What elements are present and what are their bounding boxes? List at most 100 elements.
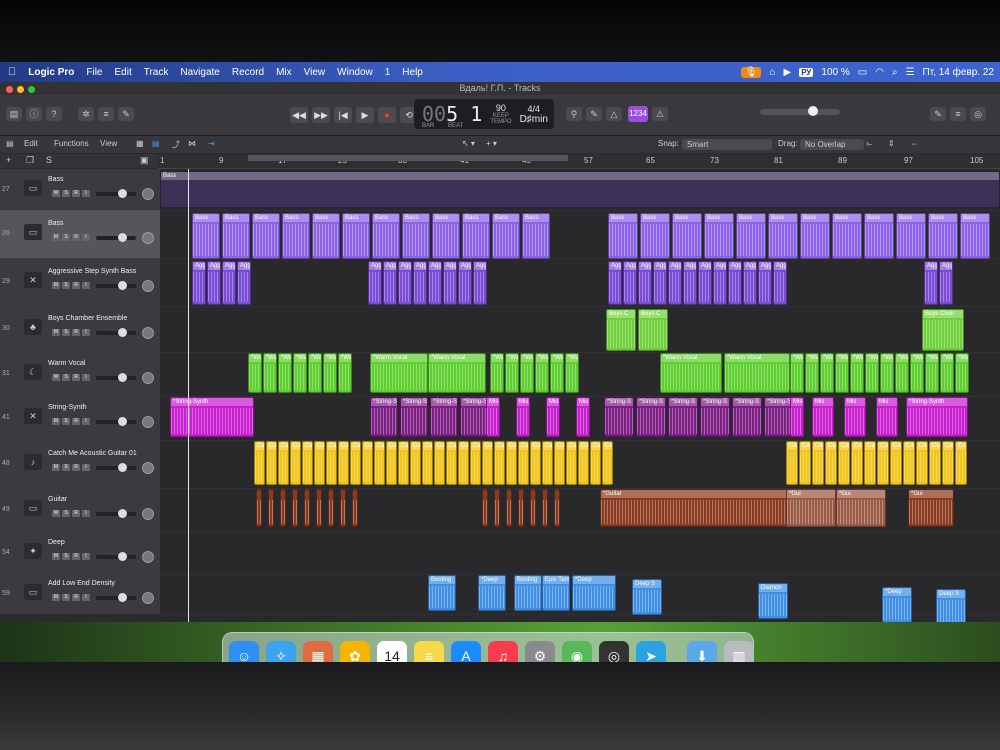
trash-icon[interactable]: ▥ [724, 641, 754, 662]
solo-button[interactable]: S [62, 594, 70, 601]
track-lane[interactable] [160, 306, 1000, 353]
menu-record[interactable]: Record [226, 67, 270, 78]
track-name[interactable]: Aggressive Step Synth Bass [48, 268, 136, 275]
region[interactable] [292, 489, 298, 527]
volume-fader[interactable] [96, 463, 136, 472]
volume-fader[interactable] [96, 328, 136, 337]
region[interactable]: *Wa [263, 353, 277, 393]
region[interactable]: *String-S [430, 397, 458, 437]
region[interactable]: Bass [342, 213, 370, 259]
region[interactable]: Boys C [606, 309, 636, 351]
fader-knob[interactable] [118, 509, 127, 518]
region[interactable]: *Gui [786, 489, 836, 527]
volume-fader[interactable] [96, 281, 136, 290]
library-icon[interactable]: ▤ [6, 107, 22, 121]
app-store-icon[interactable]: A [451, 641, 481, 662]
region[interactable]: *Wa [293, 353, 307, 393]
region[interactable]: *String-Synth [170, 397, 254, 437]
solo-button[interactable]: S [62, 234, 70, 241]
region[interactable]: *Wa [278, 353, 292, 393]
solo-button[interactable]: S [62, 282, 70, 289]
logic-pro-icon[interactable]: ◎ [599, 641, 629, 662]
region[interactable]: Cat [386, 441, 397, 485]
metronome-icon[interactable]: ⚠ [652, 107, 668, 121]
record-enable-button[interactable]: R [72, 190, 80, 197]
region[interactable]: Bass [222, 213, 250, 259]
region[interactable]: *String-S [400, 397, 428, 437]
track-icon[interactable]: ✕ [24, 408, 42, 424]
input-monitor-button[interactable]: I [82, 464, 90, 471]
region[interactable]: Agg [473, 261, 487, 305]
region[interactable]: Bass [252, 213, 280, 259]
region[interactable]: Agg [773, 261, 787, 305]
region[interactable] [316, 489, 322, 527]
region[interactable]: Agg [413, 261, 427, 305]
fader-knob[interactable] [118, 328, 127, 337]
region[interactable]: *Wa [565, 353, 579, 393]
region[interactable]: *Gui [908, 489, 954, 527]
region[interactable]: Cat [470, 441, 481, 485]
region[interactable] [554, 489, 560, 527]
region[interactable] [304, 489, 310, 527]
region[interactable]: *Wa [505, 353, 519, 393]
region[interactable]: *Gui [836, 489, 886, 527]
fader-knob[interactable] [118, 417, 127, 426]
mute-button[interactable]: M [52, 329, 60, 336]
track-header-config-icon[interactable]: ▣ [140, 155, 149, 166]
track-header[interactable]: 41 ✕ String-Synth M S R I [0, 396, 160, 441]
region[interactable]: Bass [402, 213, 430, 259]
pointer-tool[interactable]: ↖ ▾ [462, 139, 475, 148]
pan-knob[interactable] [142, 416, 154, 428]
mute-button[interactable]: M [52, 510, 60, 517]
region[interactable]: Mis [844, 397, 866, 437]
region[interactable]: Cat [398, 441, 409, 485]
track-name[interactable]: Add Low End Density [48, 580, 115, 587]
region[interactable]: Cat [506, 441, 517, 485]
region[interactable]: Cat [290, 441, 301, 485]
menu-track[interactable]: Track [138, 67, 175, 78]
region[interactable]: Boys C [638, 309, 668, 351]
add-track-icon[interactable]: + [6, 155, 11, 165]
region[interactable]: Bass [736, 213, 766, 259]
notepad-icon[interactable]: ✎ [930, 107, 946, 121]
secondary-tool[interactable]: + ▾ [486, 139, 497, 148]
input-language[interactable]: РУ [799, 67, 814, 77]
mute-button[interactable]: M [52, 374, 60, 381]
region[interactable]: *Wa [880, 353, 894, 393]
menu-help[interactable]: Help [396, 67, 429, 78]
close-button[interactable] [6, 86, 13, 93]
region[interactable]: Cat [350, 441, 361, 485]
track-name[interactable]: Bass [48, 176, 64, 183]
region[interactable]: *String-Synth [906, 397, 968, 437]
track-lane[interactable] [160, 532, 1000, 575]
menu-window[interactable]: Window [331, 67, 379, 78]
track-name[interactable]: Boys Chamber Ensemble [48, 315, 127, 322]
region[interactable]: Cat [890, 441, 902, 485]
editor-icon[interactable]: ✎ [118, 107, 134, 121]
record-button[interactable]: ● [378, 107, 396, 123]
region[interactable]: Cat [482, 441, 493, 485]
go-to-start-button[interactable]: |◀ [334, 107, 352, 123]
rewind-button[interactable]: ◀◀ [290, 107, 308, 123]
region[interactable]: Cat [942, 441, 954, 485]
horizontal-zoom-icon[interactable]: ⇔ [910, 139, 918, 148]
input-monitor-button[interactable]: I [82, 234, 90, 241]
region[interactable]: Bass [372, 213, 400, 259]
region[interactable]: Agg [222, 261, 236, 305]
fader-knob[interactable] [118, 552, 127, 561]
track-icon[interactable]: ♣ [24, 319, 42, 335]
region[interactable]: Mis [486, 397, 500, 437]
pan-knob[interactable] [142, 327, 154, 339]
menu-app-name[interactable]: Logic Pro [22, 67, 80, 78]
grid-view-icon[interactable]: ▦ [136, 139, 144, 148]
region[interactable]: *Wa [490, 353, 504, 393]
track-icon[interactable]: ✦ [24, 543, 42, 559]
region[interactable]: Agg [608, 261, 622, 305]
region[interactable]: Agg [939, 261, 953, 305]
tuner-icon[interactable]: ⚲ [566, 107, 582, 121]
region[interactable]: Bass [672, 213, 702, 259]
menu-navigate[interactable]: Navigate [174, 67, 225, 78]
region[interactable] [268, 489, 274, 527]
pan-knob[interactable] [142, 462, 154, 474]
safari-icon[interactable]: ✧ [266, 641, 296, 662]
